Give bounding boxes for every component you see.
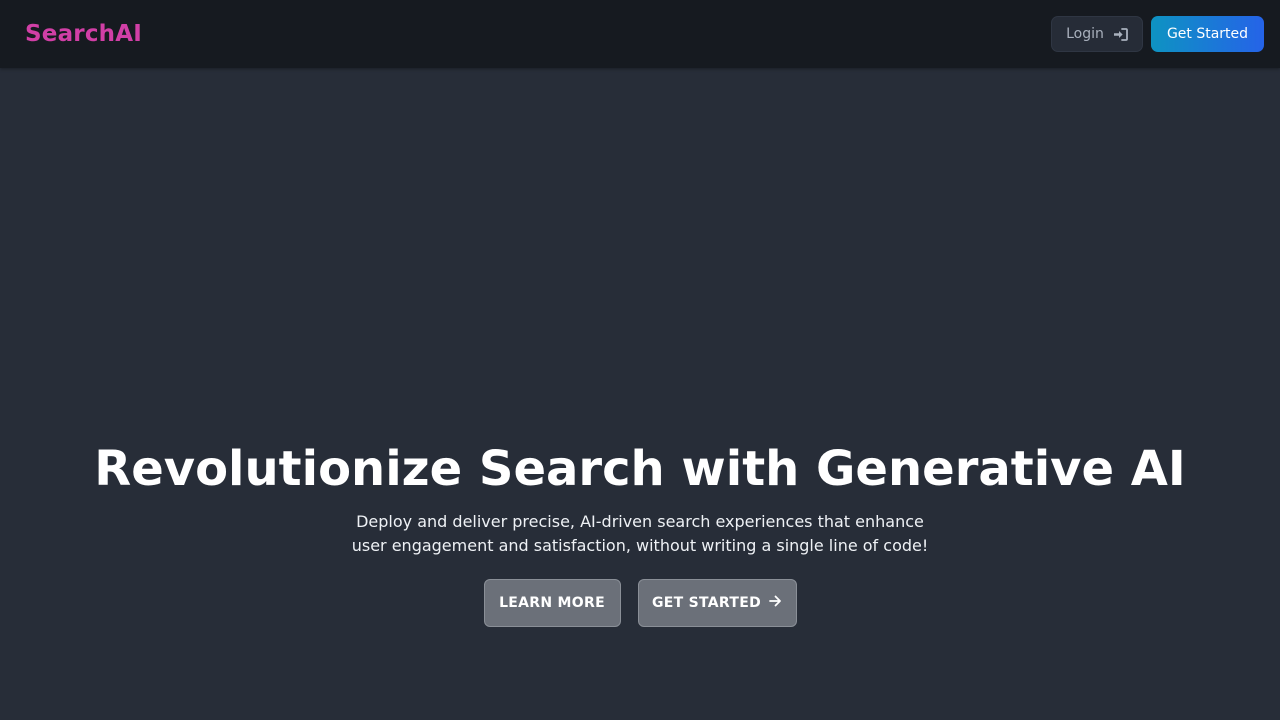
brand-logo[interactable]: SearchAI xyxy=(25,21,142,47)
login-label: Login xyxy=(1066,26,1104,42)
learn-more-label: LEARN MORE xyxy=(499,595,605,611)
nav-actions: Login Get Started xyxy=(1051,16,1264,52)
hero-title: Revolutionize Search with Generative AI xyxy=(94,441,1186,497)
get-started-nav-button[interactable]: Get Started xyxy=(1151,16,1264,52)
get-started-hero-button[interactable]: GET STARTED xyxy=(637,579,797,627)
hero-buttons: LEARN MORE GET STARTED xyxy=(0,579,1280,627)
get-started-hero-label: GET STARTED xyxy=(651,595,762,611)
hero-section: Revolutionize Search with Generative AI … xyxy=(0,440,1280,627)
sign-in-icon xyxy=(1113,27,1128,41)
navbar: SearchAI Login Get Started xyxy=(0,0,1280,68)
learn-more-button[interactable]: LEARN MORE xyxy=(483,579,621,627)
login-button[interactable]: Login xyxy=(1051,16,1143,52)
arrow-right-icon xyxy=(769,595,782,611)
hero-subtitle: Deploy and deliver precise, AI-driven se… xyxy=(351,512,929,555)
